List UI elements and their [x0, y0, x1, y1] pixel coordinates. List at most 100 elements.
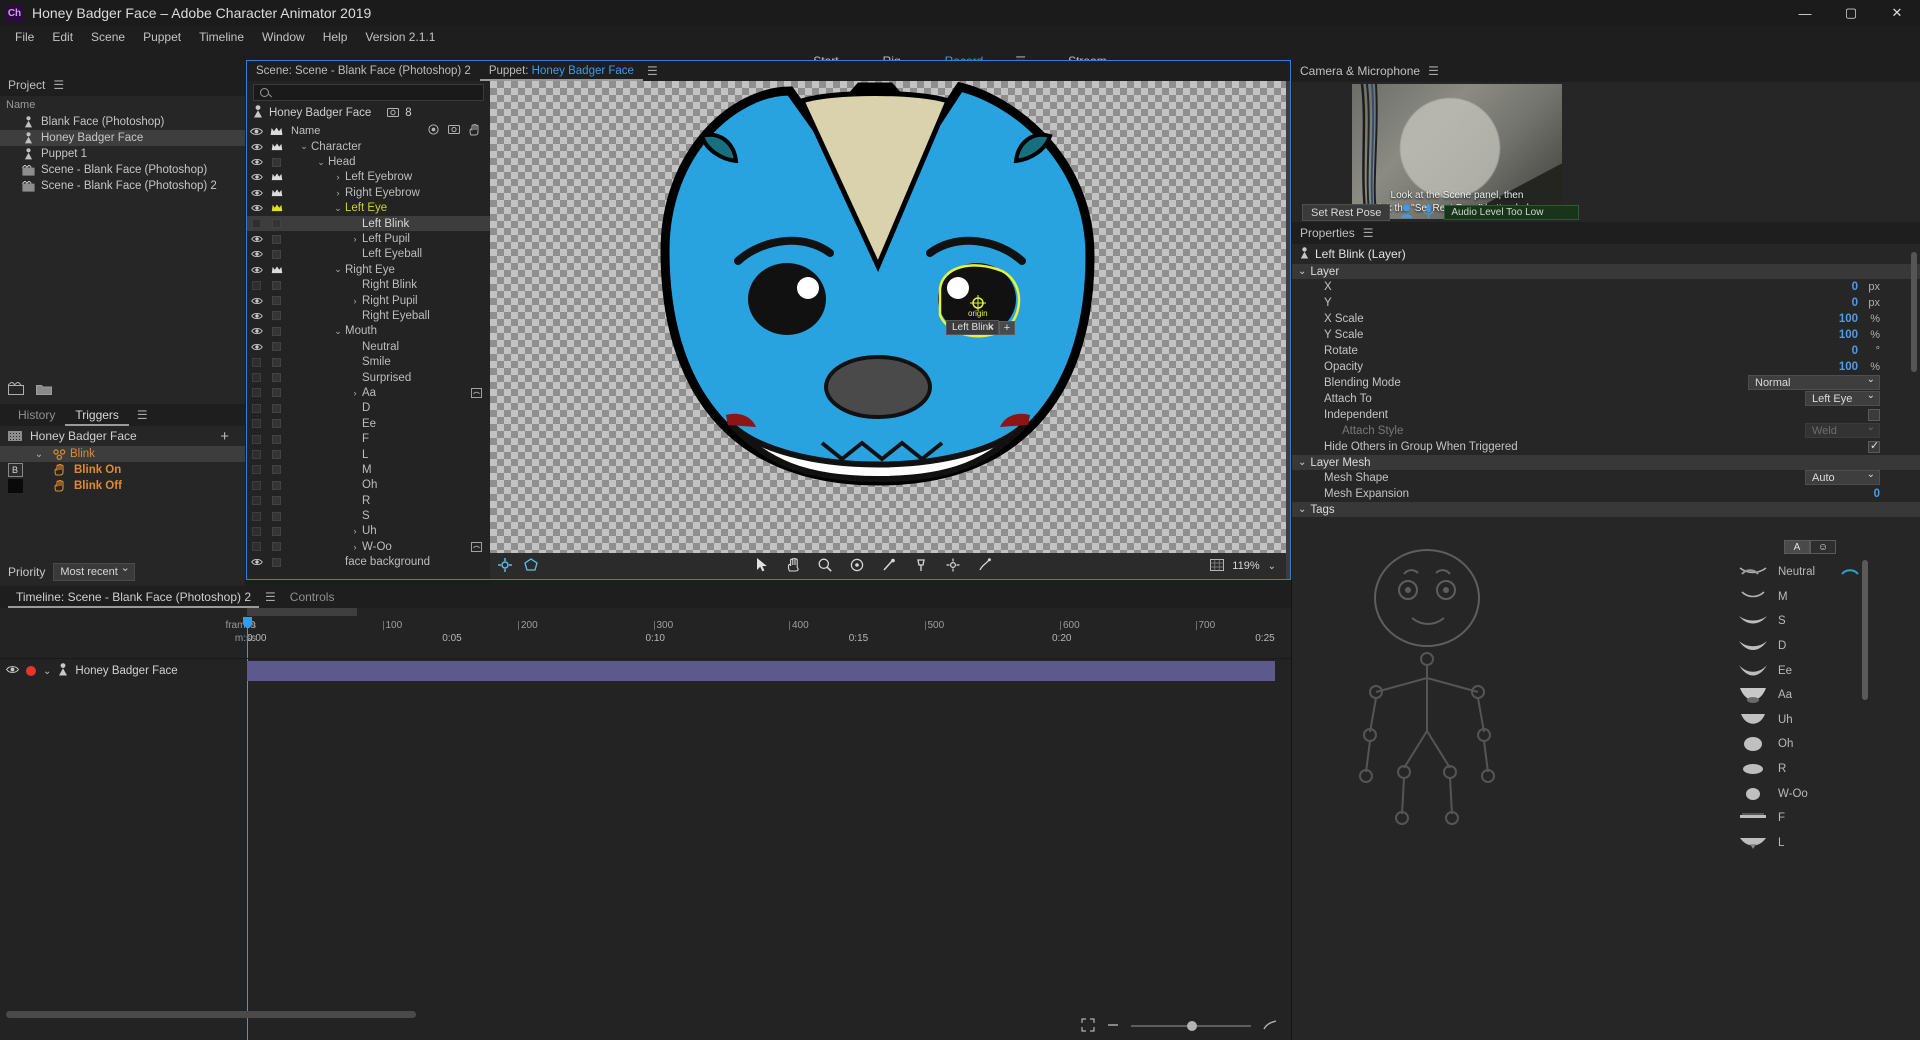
layer-row[interactable]: ⌄ Left Eye	[247, 201, 490, 216]
layer-twirl-icon[interactable]: ›	[333, 188, 343, 198]
property-row[interactable]: Y 0 px	[1292, 295, 1920, 311]
layer-tag-icon[interactable]	[471, 539, 482, 554]
layer-visibility-icon[interactable]	[247, 558, 266, 566]
layer-crown-off[interactable]	[272, 388, 281, 398]
layer-crown-off[interactable]	[272, 557, 281, 567]
layer-visibility-icon[interactable]	[247, 280, 266, 290]
layer-crown-icon[interactable]	[266, 157, 287, 167]
layer-crown-off[interactable]	[272, 496, 281, 506]
layer-twirl-icon[interactable]: ›	[350, 388, 360, 398]
zoom-out-icon[interactable]	[1107, 1019, 1119, 1034]
layer-visibility-icon[interactable]	[247, 235, 266, 243]
layer-twirl-icon[interactable]: ›	[333, 172, 343, 182]
maximize-button[interactable]: ▢	[1828, 0, 1874, 26]
layer-crown-icon[interactable]	[266, 143, 287, 151]
layer-crown-off[interactable]	[272, 450, 281, 459]
layer-crown-icon[interactable]	[266, 511, 287, 521]
tag-row[interactable]: F	[1738, 806, 1858, 831]
layer-crown-icon[interactable]	[266, 403, 287, 413]
layer-crown-icon[interactable]	[266, 480, 287, 490]
layer-row[interactable]: › Left Pupil	[247, 231, 490, 246]
layer-crown-icon[interactable]	[266, 373, 287, 383]
menu-help[interactable]: Help	[314, 28, 357, 46]
layer-row[interactable]: S	[247, 508, 490, 523]
property-row[interactable]: Y Scale 100%	[1292, 327, 1920, 343]
layer-crown-icon[interactable]	[266, 450, 287, 459]
layer-visibility-icon[interactable]	[247, 388, 266, 398]
webcam-icon[interactable]	[1400, 204, 1413, 221]
layer-visibility-off[interactable]	[252, 526, 261, 536]
property-row[interactable]: Blending Mode Normal ⌄	[1292, 374, 1920, 391]
layer-visibility-off[interactable]	[252, 419, 261, 429]
property-row[interactable]: Hide Others in Group When Triggered	[1292, 439, 1920, 455]
layer-visibility-icon[interactable]	[247, 419, 266, 429]
header-hand-icon[interactable]	[469, 123, 480, 139]
layer-visibility-icon[interactable]	[247, 158, 266, 166]
property-row[interactable]: Mesh Shape Auto ⌄	[1292, 469, 1920, 486]
layer-visibility-icon[interactable]	[247, 526, 266, 536]
layer-visibility-icon[interactable]	[247, 143, 266, 151]
property-value[interactable]: 100	[1839, 329, 1858, 341]
dangle-tool[interactable]	[978, 557, 992, 575]
layer-visibility-icon[interactable]	[247, 266, 266, 274]
layer-crown-off[interactable]	[272, 511, 281, 521]
fit-timeline-icon[interactable]	[1081, 1017, 1095, 1035]
property-row[interactable]: Independent	[1292, 407, 1920, 423]
eyebrow-left-icon[interactable]	[1740, 566, 1760, 581]
property-select[interactable]: Normal ⌄	[1748, 374, 1880, 390]
layer-crown-icon[interactable]	[266, 204, 287, 212]
timeline-menu-icon[interactable]: ☰	[265, 590, 276, 604]
layer-search-input[interactable]	[253, 84, 484, 101]
properties-section-header[interactable]: ⌄ Layer Mesh	[1292, 455, 1920, 470]
property-checkbox[interactable]	[1868, 439, 1880, 453]
property-row[interactable]: Mesh Expansion 0	[1292, 486, 1920, 502]
layer-crown-icon[interactable]	[266, 249, 287, 259]
layer-crown-off[interactable]	[272, 526, 281, 536]
tag-row[interactable]: L	[1738, 831, 1858, 856]
grid-icon[interactable]	[1210, 558, 1225, 574]
layer-visibility-icon[interactable]	[247, 327, 266, 335]
property-row[interactable]: Rotate 0 °	[1292, 343, 1920, 359]
close-button[interactable]: ✕	[1874, 0, 1920, 26]
track-record-dot-icon[interactable]	[26, 666, 36, 676]
layer-crown-off[interactable]	[272, 542, 281, 552]
selection-chip-close-icon[interactable]: ✕	[987, 322, 995, 333]
property-row[interactable]: Opacity 100%	[1292, 359, 1920, 375]
layer-crown-icon[interactable]	[266, 557, 287, 567]
layer-row[interactable]: ⌄ Head	[247, 154, 490, 169]
layer-visibility-off[interactable]	[252, 403, 261, 413]
layer-visibility-icon[interactable]	[247, 511, 266, 521]
new-folder-icon[interactable]	[36, 383, 52, 398]
record-icon[interactable]	[428, 123, 439, 139]
layer-visibility-icon[interactable]	[247, 219, 266, 229]
project-item[interactable]: Blank Face (Photoshop)	[0, 114, 245, 130]
project-menu-icon[interactable]: ☰	[53, 78, 64, 92]
tag-row[interactable]: S	[1738, 609, 1858, 634]
origin-tool[interactable]	[850, 558, 864, 575]
layer-crown-icon[interactable]	[266, 280, 287, 290]
layer-crown-icon[interactable]	[266, 465, 287, 475]
layer-row[interactable]: Left Blink	[247, 215, 490, 232]
layer-twirl-icon[interactable]: ⌄	[333, 203, 343, 214]
layer-crown-off[interactable]	[272, 419, 281, 429]
property-value[interactable]: 100	[1839, 313, 1858, 325]
layer-visibility-icon[interactable]	[247, 450, 266, 459]
layer-visibility-icon[interactable]	[247, 434, 266, 444]
layer-row[interactable]: › Aa	[247, 385, 490, 400]
track-chevron-down-icon[interactable]: ⌄	[43, 666, 51, 677]
layer-crown-icon[interactable]	[266, 357, 287, 367]
layer-crown-off[interactable]	[272, 249, 281, 259]
property-checkbox[interactable]	[1868, 409, 1880, 421]
layer-row[interactable]: Surprised	[247, 370, 490, 385]
layer-row[interactable]: › Left Eyebrow	[247, 170, 490, 185]
menu-timeline[interactable]: Timeline	[190, 28, 253, 46]
layer-crown-off[interactable]	[272, 434, 281, 444]
layer-row[interactable]: Left Eyeball	[247, 247, 490, 262]
layer-crown-off[interactable]	[272, 280, 281, 290]
project-item[interactable]: Puppet 1	[0, 146, 245, 162]
tag-row[interactable]: R	[1738, 757, 1858, 782]
menu-puppet[interactable]: Puppet	[134, 28, 190, 46]
layer-visibility-off[interactable]	[252, 219, 261, 229]
mesh-icon[interactable]	[524, 557, 538, 575]
trigger-twirl-icon[interactable]: ⌄	[28, 449, 50, 460]
